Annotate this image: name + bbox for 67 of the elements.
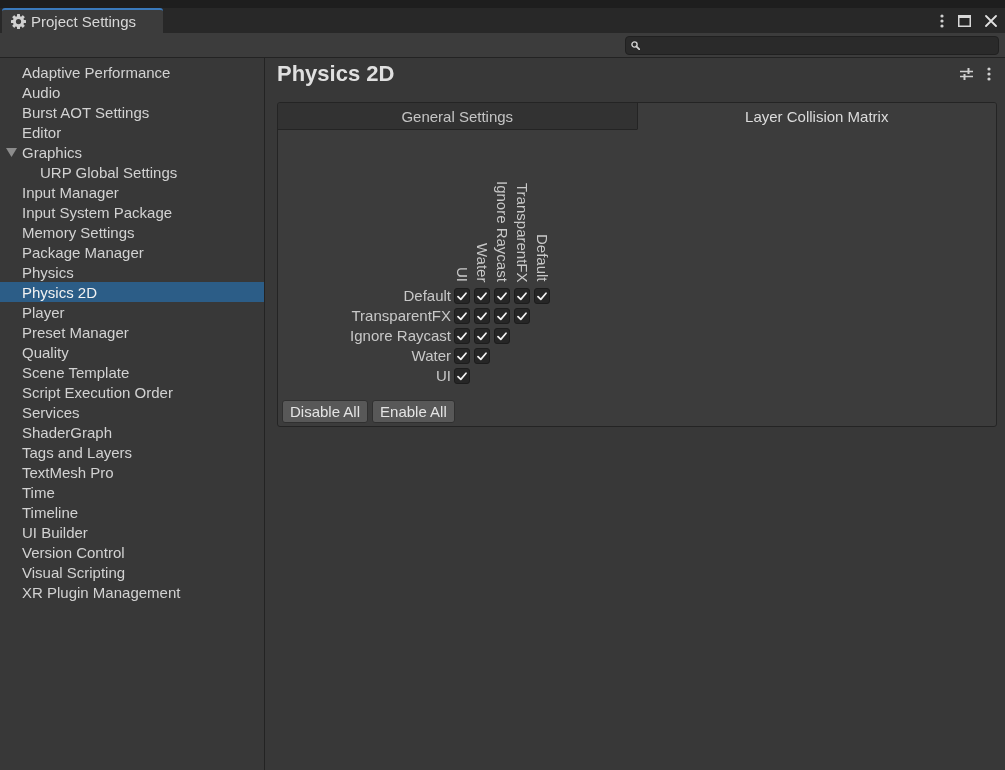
sidebar-item[interactable]: Timeline bbox=[0, 502, 264, 522]
page-title: Physics 2D bbox=[277, 60, 395, 88]
disable-all-button[interactable]: Disable All bbox=[282, 400, 369, 423]
sidebar-item[interactable]: Physics bbox=[0, 262, 264, 282]
column-label: Default bbox=[533, 234, 552, 282]
checkbox[interactable] bbox=[474, 348, 490, 364]
tab[interactable]: General Settings bbox=[278, 103, 637, 130]
enable-all-button[interactable]: Enable All bbox=[372, 400, 455, 423]
checkbox[interactable] bbox=[454, 368, 470, 384]
more-options-icon[interactable] bbox=[987, 67, 991, 81]
tab[interactable]: Layer Collision Matrix bbox=[636, 103, 996, 130]
checkbox[interactable] bbox=[534, 288, 550, 304]
close-icon[interactable] bbox=[985, 14, 997, 27]
sidebar-item[interactable]: Preset Manager bbox=[0, 322, 264, 342]
checkbox[interactable] bbox=[494, 308, 510, 324]
window-tab[interactable]: Project Settings bbox=[2, 8, 163, 33]
sidebar-item[interactable]: Script Execution Order bbox=[0, 382, 264, 402]
sidebar-item[interactable]: Adaptive Performance bbox=[0, 62, 264, 82]
column-label: UI bbox=[453, 267, 472, 282]
sidebar-item[interactable]: Visual Scripting bbox=[0, 562, 264, 582]
row-label: Default bbox=[403, 286, 452, 306]
sidebar-item[interactable]: Services bbox=[0, 402, 264, 422]
checkbox[interactable] bbox=[454, 308, 470, 324]
sidebar-item[interactable]: Audio bbox=[0, 82, 264, 102]
sidebar-item[interactable]: Quality bbox=[0, 342, 264, 362]
sidebar-item[interactable]: Input System Package bbox=[0, 202, 264, 222]
sidebar-item[interactable]: Memory Settings bbox=[0, 222, 264, 242]
gear-icon bbox=[11, 14, 26, 29]
sidebar-item[interactable]: UI Builder bbox=[0, 522, 264, 542]
sidebar-item[interactable]: Burst AOT Settings bbox=[0, 102, 264, 122]
expand-triangle-icon[interactable] bbox=[6, 147, 17, 157]
checkbox[interactable] bbox=[454, 328, 470, 344]
column-label: Water bbox=[473, 242, 492, 282]
maximize-icon[interactable] bbox=[958, 14, 971, 27]
checkbox[interactable] bbox=[494, 328, 510, 344]
sliders-icon[interactable] bbox=[960, 68, 973, 80]
row-label: Water bbox=[411, 346, 452, 366]
checkbox[interactable] bbox=[474, 288, 490, 304]
sidebar-item[interactable]: Input Manager bbox=[0, 182, 264, 202]
search-field[interactable] bbox=[625, 35, 999, 55]
checkbox[interactable] bbox=[514, 288, 530, 304]
column-label: TransparentFX bbox=[513, 182, 532, 282]
checkbox[interactable] bbox=[454, 288, 470, 304]
checkbox[interactable] bbox=[514, 308, 530, 324]
checkbox[interactable] bbox=[494, 288, 510, 304]
sidebar-item[interactable]: TextMesh Pro bbox=[0, 462, 264, 482]
checkbox[interactable] bbox=[454, 348, 470, 364]
row-label: TransparentFX bbox=[351, 306, 452, 326]
row-label: UI bbox=[436, 366, 452, 386]
sidebar-item[interactable]: Physics 2D bbox=[0, 282, 264, 302]
sidebar-item[interactable]: Tags and Layers bbox=[0, 442, 264, 462]
row-label: Ignore Raycast bbox=[350, 326, 452, 346]
checkbox[interactable] bbox=[474, 328, 490, 344]
sidebar-item[interactable]: Scene Template bbox=[0, 362, 264, 382]
sidebar-item[interactable]: Graphics bbox=[0, 142, 264, 162]
sidebar-item[interactable]: Package Manager bbox=[0, 242, 264, 262]
sidebar-item[interactable]: ShaderGraph bbox=[0, 422, 264, 442]
checkbox[interactable] bbox=[474, 308, 490, 324]
sidebar-item[interactable]: URP Global Settings bbox=[0, 162, 264, 182]
search-icon bbox=[631, 40, 640, 50]
sidebar-item[interactable]: Player bbox=[0, 302, 264, 322]
sidebar-item[interactable]: Time bbox=[0, 482, 264, 502]
sidebar-item[interactable]: XR Plugin Management bbox=[0, 582, 264, 602]
more-options-icon[interactable] bbox=[940, 13, 944, 28]
sidebar-item[interactable]: Version Control bbox=[0, 542, 264, 562]
column-label: Ignore Raycast bbox=[493, 181, 512, 282]
sidebar-item[interactable]: Editor bbox=[0, 122, 264, 142]
